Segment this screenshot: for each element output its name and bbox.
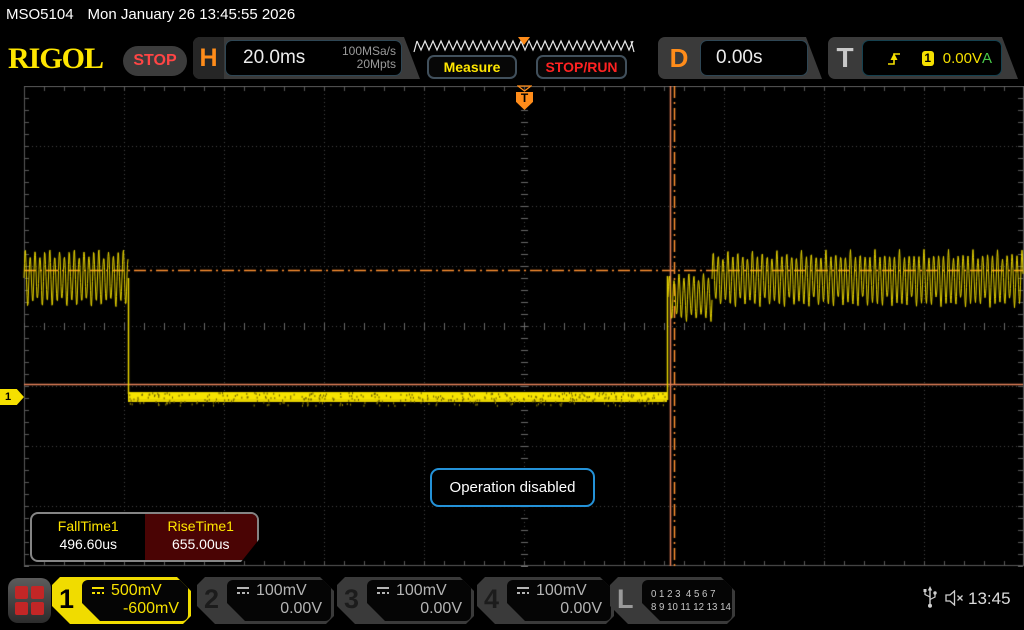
timebase-value[interactable]: 20.0ms: [243, 47, 305, 69]
dc-coupling-icon: [91, 587, 106, 596]
channel-scale: 100mV: [396, 582, 447, 600]
channel-offset: -600mV: [82, 600, 188, 618]
channel-number: 4: [484, 584, 499, 615]
measurement-risetime[interactable]: RiseTime1 655.00us: [145, 514, 258, 560]
logic-row-1: 0 1 2 3 4 5 6 7: [651, 588, 726, 601]
trigger-level-value[interactable]: 0.00V: [943, 50, 982, 67]
title-bar: MSO5104 Mon January 26 13:45:55 2026: [6, 6, 295, 23]
channel-scale: 100mV: [256, 582, 307, 600]
speaker-muted-icon: [944, 590, 965, 606]
trigger-label: T: [828, 37, 862, 79]
waveform-overview-strip[interactable]: [413, 36, 635, 54]
trigger-mode-auto: A: [982, 50, 992, 67]
dc-coupling-icon: [376, 587, 391, 596]
acquisition-info: 100MSa/s 20Mpts: [342, 45, 396, 71]
rising-edge-icon: [887, 51, 900, 66]
channel-1-tab[interactable]: 1 500mV -600mV: [52, 577, 191, 624]
usb-icon: [922, 585, 938, 609]
measurement-name: FallTime1: [32, 518, 145, 534]
delay-value[interactable]: 0.00s: [716, 47, 762, 69]
channel-2-tab[interactable]: 2 100mV 0.00V: [197, 577, 334, 624]
channel-offset: 0.00V: [227, 600, 331, 618]
model-name: MSO5104: [6, 6, 74, 23]
channel-offset: 0.00V: [367, 600, 471, 618]
horizontal-label: H: [193, 37, 224, 79]
sample-rate: 100MSa/s: [342, 44, 396, 58]
channel-3-tab[interactable]: 3 100mV 0.00V: [337, 577, 474, 624]
datetime: Mon January 26 13:45:55 2026: [88, 6, 296, 23]
trigger-position-tip-icon: [517, 85, 532, 92]
measurement-name: RiseTime1: [145, 518, 258, 534]
delay-label: D: [658, 37, 700, 79]
channel-scale: 100mV: [536, 582, 587, 600]
rigol-logo: RIGOL: [8, 42, 103, 76]
measurement-panel: FallTime1 496.60us RiseTime1 655.00us: [30, 512, 259, 562]
measurement-falltime[interactable]: FallTime1 496.60us: [32, 514, 145, 560]
run-state-badge: STOP: [123, 46, 187, 76]
channel-number: 2: [204, 584, 219, 615]
operation-disabled-toast: Operation disabled: [430, 468, 595, 507]
logic-label: L: [617, 584, 634, 615]
function-menu-button[interactable]: [8, 578, 51, 623]
horizontal-panel[interactable]: H 20.0ms 100MSa/s 20Mpts: [193, 37, 420, 79]
channel-4-tab[interactable]: 4 100mV 0.00V: [477, 577, 614, 624]
memory-depth: 20Mpts: [357, 57, 396, 71]
dc-coupling-icon: [516, 587, 531, 596]
clock-time: 13:45: [968, 589, 1011, 609]
overview-zigzag-icon: [413, 36, 635, 54]
measure-button[interactable]: Measure: [427, 55, 517, 79]
channel-number: 3: [344, 584, 359, 615]
measurement-value: 496.60us: [32, 536, 145, 552]
channel-number: 1: [59, 584, 74, 615]
dc-coupling-icon: [236, 587, 251, 596]
trigger-panel[interactable]: T 1 0.00V A: [828, 37, 1018, 79]
delay-panel[interactable]: D 0.00s: [658, 37, 822, 79]
grid-menu-icon: [15, 586, 44, 615]
logic-channels-tab[interactable]: L 0 1 2 3 4 5 6 7 8 9 10 11 12 13 14 15: [610, 577, 735, 624]
trigger-source-badge: 1: [922, 51, 934, 66]
channel-offset: 0.00V: [507, 600, 611, 618]
measurement-value: 655.00us: [145, 536, 258, 552]
stop-run-button[interactable]: STOP/RUN: [536, 55, 627, 79]
logic-row-2: 8 9 10 11 12 13 14 15: [651, 601, 726, 614]
channel-scale: 500mV: [111, 582, 162, 600]
